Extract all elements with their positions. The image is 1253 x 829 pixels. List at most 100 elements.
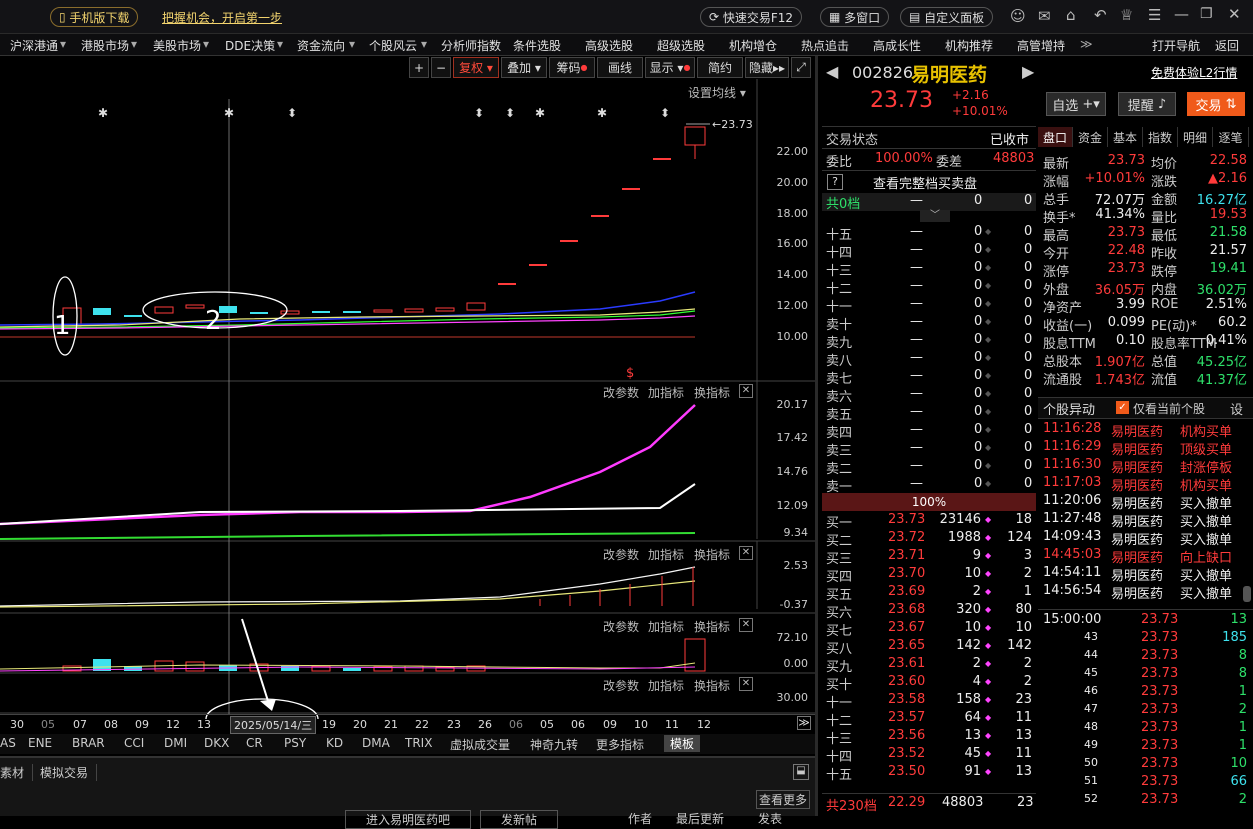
menu-item[interactable]: 高级选股 (585, 37, 633, 54)
indicator-tab[interactable]: DMA (362, 736, 390, 750)
tab-pankou[interactable]: 盘口 (1038, 127, 1073, 147)
quick-trade-button[interactable]: ⟳ 快速交易F12 (700, 7, 803, 27)
menu-item[interactable]: 港股市场 (81, 37, 129, 54)
menu-item[interactable]: 沪深港通 (10, 37, 58, 54)
change-param-button[interactable]: 改参数 (603, 618, 639, 635)
tab-basic[interactable]: 基本 (1108, 127, 1143, 147)
zoom-in-button[interactable]: + (409, 57, 429, 78)
close-icon[interactable]: ✕ (1228, 5, 1241, 23)
restore-icon[interactable]: ❐ (1200, 6, 1213, 22)
menu-item[interactable]: 机构推荐 (945, 37, 993, 54)
change-param-button[interactable]: 改参数 (603, 677, 639, 694)
switch-indicator-button[interactable]: 换指标 (694, 546, 730, 563)
draw-button[interactable]: 画线 (597, 57, 643, 78)
chevron-down-icon[interactable]: ﹀ (920, 210, 950, 222)
menu-item[interactable]: 机构增仓 (729, 37, 777, 54)
watchlist-button[interactable]: 自选 +▾ (1046, 92, 1106, 116)
change-param-button[interactable]: 改参数 (603, 384, 639, 401)
settings-button[interactable]: 设 (1230, 399, 1243, 418)
switch-indicator-button[interactable]: 换指标 (694, 618, 730, 635)
menu-item[interactable]: DDE决策 (225, 37, 275, 54)
shirt-icon[interactable]: ♕ (1120, 6, 1133, 24)
event-star[interactable]: ✱ (98, 106, 108, 120)
tab-material[interactable]: 素材 (0, 764, 34, 781)
view-more-button[interactable]: 查看更多 (756, 790, 811, 809)
menu-item[interactable]: 条件选股 (513, 37, 561, 54)
mail-icon[interactable]: ✉ (1038, 7, 1051, 25)
add-indicator-button[interactable]: 加指标 (648, 384, 684, 401)
more-icon[interactable]: ≫ (1080, 37, 1093, 51)
indicator-tab[interactable]: 虚拟成交量 (450, 736, 510, 753)
close-icon[interactable]: ✕ (739, 618, 753, 632)
zoom-out-button[interactable]: − (431, 57, 451, 78)
event-star[interactable]: ✱ (597, 106, 607, 120)
indicator-tab[interactable]: DKX (204, 736, 229, 750)
menu-item[interactable]: 打开导航 (1152, 37, 1200, 54)
tab-detail[interactable]: 明细 (1178, 127, 1213, 147)
full-book-link[interactable]: 查看完整档买卖盘 (873, 173, 977, 192)
expand-icon[interactable]: ⬓ (793, 764, 809, 780)
menu-item[interactable]: 高成长性 (873, 37, 921, 54)
fuquan-dropdown[interactable]: 复权 ▾ (453, 57, 499, 78)
menu-item[interactable]: 返回 (1215, 37, 1239, 54)
switch-indicator-button[interactable]: 换指标 (694, 677, 730, 694)
indicator-tab[interactable]: AS (0, 736, 16, 750)
event-star[interactable]: ✱ (535, 106, 545, 120)
checkbox-icon[interactable]: ✓ (1116, 401, 1129, 414)
help-icon[interactable]: ? (827, 174, 843, 190)
simple-button[interactable]: 简约 (697, 57, 743, 78)
indicator-tab[interactable]: BRAR (72, 736, 105, 750)
minimize-icon[interactable]: — (1174, 5, 1189, 23)
indicator-tab[interactable]: TRIX (405, 736, 432, 750)
mobile-download-button[interactable]: ▯ 手机版下载 (50, 7, 139, 27)
forum-enter-button[interactable]: 进入易明医药吧 (345, 810, 472, 829)
event-arrow[interactable]: ⬍ (660, 106, 670, 120)
menu-item[interactable]: 超级选股 (657, 37, 705, 54)
add-indicator-button[interactable]: 加指标 (648, 677, 684, 694)
prev-stock-icon[interactable]: ◀ (826, 62, 838, 81)
overlay-dropdown[interactable]: 叠加 ▾ (501, 57, 547, 78)
remind-button[interactable]: 提醒 ♪ (1118, 92, 1176, 116)
menu-item[interactable]: 热点追击 (801, 37, 849, 54)
indicator-tab[interactable]: ENE (28, 736, 52, 750)
close-icon[interactable]: ✕ (739, 677, 753, 691)
indicator-tab[interactable]: DMI (164, 736, 187, 750)
tab-sim-trade[interactable]: 模拟交易 (40, 764, 98, 781)
close-icon[interactable]: ✕ (739, 384, 753, 398)
menu-item[interactable]: 个股风云 (369, 37, 417, 54)
event-arrow[interactable]: ⬍ (505, 106, 515, 120)
new-post-button[interactable]: 发新帖 (480, 810, 559, 829)
menu-item[interactable]: 分析师指数 (441, 37, 501, 54)
event-arrow[interactable]: ⬍ (474, 106, 484, 120)
indicator-tab[interactable]: 更多指标 (596, 736, 644, 753)
scrollbar[interactable] (1243, 586, 1251, 602)
indicator-tab[interactable]: PSY (284, 736, 306, 750)
custom-panel-button[interactable]: ▤ 自定义面板 (900, 7, 994, 27)
indicator-tab-active[interactable]: 模板 (664, 735, 701, 752)
scroll-right-icon[interactable]: ≫ (797, 716, 811, 730)
menu-item[interactable]: 高管增持 (1017, 37, 1065, 54)
fullscreen-icon[interactable]: ⤢ (791, 57, 811, 78)
user-icon[interactable]: ☺ (1010, 7, 1026, 25)
menu-item[interactable]: 资金流向 (297, 37, 345, 54)
l2-link[interactable]: 免费体验L2行情 (1151, 64, 1237, 81)
ma-setting-dropdown[interactable]: 设置均线 ▾ (688, 84, 746, 101)
change-param-button[interactable]: 改参数 (603, 546, 639, 563)
menu-item[interactable]: 美股市场 (153, 37, 201, 54)
trade-button[interactable]: 交易 ⇅ (1187, 92, 1245, 116)
next-stock-icon[interactable]: ▶ (1022, 62, 1034, 81)
slogan-link[interactable]: 把握机会，开启第一步 (162, 9, 282, 26)
back-icon[interactable]: ↶ (1094, 6, 1107, 24)
tab-tick[interactable]: 逐笔 (1213, 127, 1249, 147)
event-star[interactable]: ✱ (224, 106, 234, 120)
chip-button[interactable]: 筹码 ● (549, 57, 595, 78)
add-indicator-button[interactable]: 加指标 (648, 546, 684, 563)
tab-index[interactable]: 指数 (1143, 127, 1178, 147)
hide-button[interactable]: 隐藏 ▸▸ (745, 57, 789, 78)
show-dropdown[interactable]: 显示 ▾ ● (645, 57, 695, 78)
kline-chart[interactable]: ✱ ✱ ✱ ✱ ⬍ ⬍ ⬍ ⬍ 1 2 $ (0, 79, 815, 719)
add-indicator-button[interactable]: 加指标 (648, 618, 684, 635)
close-icon[interactable]: ✕ (739, 546, 753, 560)
multi-window-button[interactable]: ▦ 多窗口 (820, 7, 890, 27)
indicator-tab[interactable]: CR (246, 736, 263, 750)
